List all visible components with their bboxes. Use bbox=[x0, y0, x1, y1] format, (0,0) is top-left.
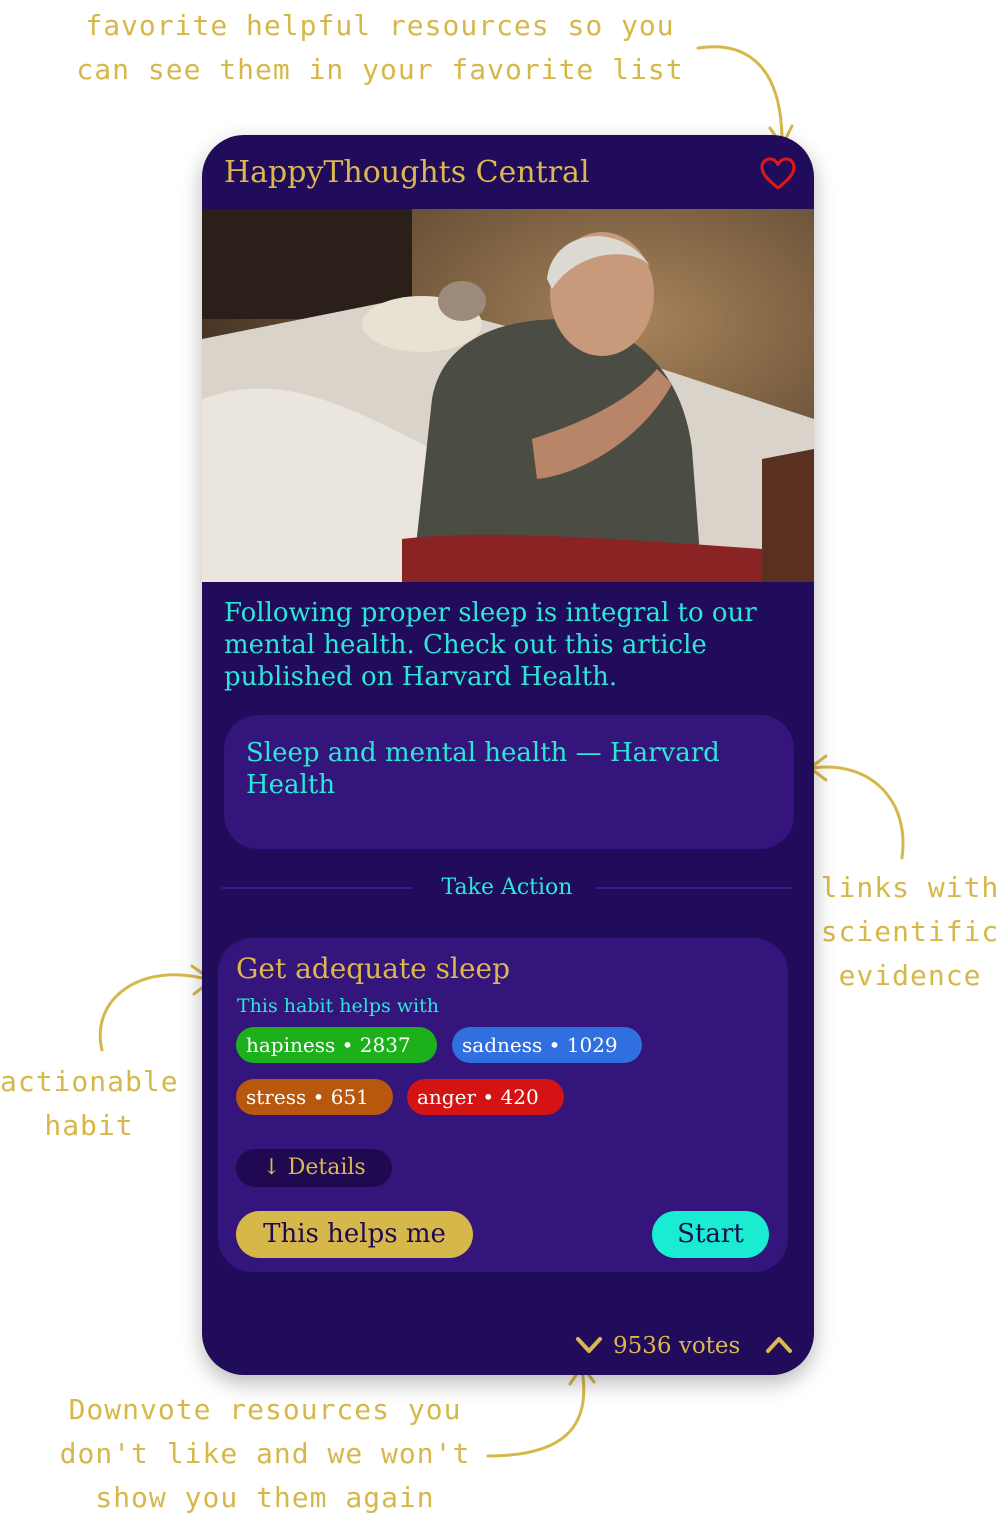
chevron-down-icon bbox=[576, 1337, 602, 1353]
annotation-line: show you them again bbox=[95, 1481, 435, 1514]
arrow-to-favorite bbox=[696, 45, 784, 144]
annotation-line: links with bbox=[820, 871, 1000, 904]
arrow-to-link bbox=[810, 765, 905, 860]
annotation-line: don't like and we won't bbox=[59, 1437, 471, 1470]
annotation-line: scientific bbox=[820, 915, 1000, 948]
this-helps-me-button[interactable]: This helps me bbox=[236, 1211, 473, 1258]
heart-outline-icon bbox=[760, 157, 796, 190]
article-link-card[interactable]: Sleep and mental health — Harvard Health bbox=[224, 715, 794, 849]
app-title: HappyThoughts Central bbox=[224, 155, 590, 190]
start-button[interactable]: Start bbox=[652, 1211, 769, 1258]
tag-hapiness: hapiness • 2837 bbox=[236, 1027, 437, 1063]
resource-description: Following proper sleep is integral to ou… bbox=[224, 598, 757, 692]
section-divider: Take Action bbox=[222, 873, 792, 903]
annotation-line: actionable bbox=[0, 1065, 179, 1098]
annotation-links: links with scientific evidence bbox=[820, 866, 1000, 998]
annotation-line: habit bbox=[44, 1109, 134, 1142]
annotation-line: can see them in your favorite list bbox=[76, 53, 684, 86]
vote-bar: 9536 votes bbox=[572, 1328, 798, 1364]
details-button[interactable]: ↓ Details bbox=[236, 1149, 392, 1187]
chevron-up-icon bbox=[766, 1337, 792, 1353]
habit-card: Get adequate sleep This habit helps with… bbox=[218, 938, 788, 1272]
tag-anger: anger • 420 bbox=[407, 1079, 564, 1115]
top-bar: HappyThoughts Central bbox=[202, 135, 814, 209]
annotation-downvote: Downvote resources you don't like and we… bbox=[40, 1388, 490, 1520]
sleepless-man-photo bbox=[202, 209, 814, 582]
divider-line-right bbox=[596, 887, 792, 889]
habit-helps-label: This habit helps with bbox=[237, 995, 439, 1017]
arrow-to-votes bbox=[486, 1368, 586, 1458]
downvote-button[interactable] bbox=[574, 1333, 604, 1357]
annotation-line: Downvote resources you bbox=[68, 1393, 462, 1426]
article-link[interactable]: Sleep and mental health — Harvard Health bbox=[246, 737, 776, 801]
annotation-line: evidence bbox=[838, 959, 982, 992]
arrow-to-habit bbox=[98, 973, 212, 1052]
habit-title: Get adequate sleep bbox=[236, 952, 511, 985]
favorite-button[interactable] bbox=[760, 157, 796, 191]
tag-sadness: sadness • 1029 bbox=[452, 1027, 642, 1063]
resource-card: HappyThoughts Central Following proper s… bbox=[202, 135, 814, 1375]
annotation-line: favorite helpful resources so you bbox=[85, 9, 675, 42]
resource-image bbox=[202, 209, 814, 582]
vote-count: 9536 votes bbox=[613, 1333, 741, 1359]
upvote-button[interactable] bbox=[764, 1333, 794, 1357]
annotation-favorite: favorite helpful resources so you can se… bbox=[60, 4, 700, 92]
annotation-habit: actionable habit bbox=[0, 1060, 178, 1148]
tag-stress: stress • 651 bbox=[236, 1079, 393, 1115]
